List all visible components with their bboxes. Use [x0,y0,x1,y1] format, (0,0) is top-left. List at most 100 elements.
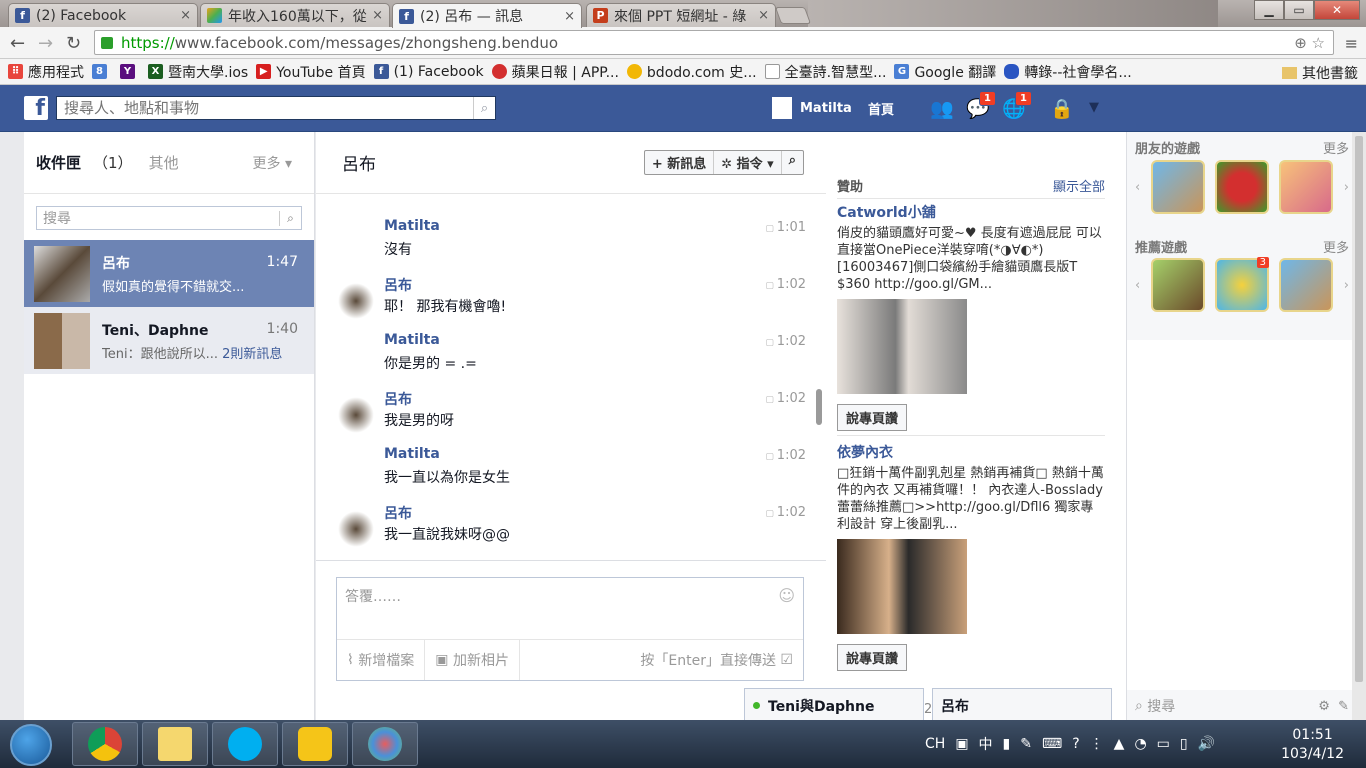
more-link[interactable]: 更多 [1323,237,1349,256]
chevron-left-icon[interactable]: ‹ [1135,278,1140,293]
ime-mode[interactable]: 中 [979,734,993,754]
keyboard-icon[interactable]: ⌨ [1042,736,1062,752]
page-scrollbar[interactable] [1352,132,1366,722]
chevron-right-icon[interactable]: › [1344,278,1349,293]
taskbar-explorer[interactable] [142,722,208,766]
search-icon[interactable]: ⌕ [279,210,301,226]
message-sender[interactable]: Matilta [384,332,440,348]
reload-icon[interactable]: ↻ [66,33,81,54]
message-scrollbar[interactable] [816,389,822,425]
bookmark-facebook[interactable]: f (1) Facebook [373,64,484,80]
bookmark-apps[interactable]: ⠿ 應用程式 [8,62,84,82]
messages-icon[interactable]: 💬 1 [966,91,996,120]
friend-requests-icon[interactable]: 👥 [930,97,954,120]
bookmark-apple-daily[interactable]: 蘋果日報 | APP... [491,62,619,82]
bookmark-yahoo[interactable]: Y [120,64,140,79]
avatar[interactable] [338,283,374,319]
back-arrow-icon[interactable]: ← [10,33,25,54]
game-deer-hunter[interactable] [1150,258,1205,312]
emoticon-icon[interactable]: ☺ [778,586,795,605]
close-tab-icon[interactable]: × [372,8,383,23]
game-city-girl[interactable] [1279,160,1334,214]
bookmark-google-translate[interactable]: G Google 翻譯 [894,62,996,82]
help-icon[interactable]: ? [1072,736,1079,752]
ad-image[interactable] [837,539,967,634]
browser-tab-income[interactable]: 年收入160萬以下，從 × [200,3,390,27]
thread-lubu[interactable]: 呂布 假如真的覺得不錯就交... 1:47 [24,240,314,307]
maximize-button[interactable]: ▭ [1284,0,1314,20]
new-tab-button[interactable] [774,7,812,24]
chat-tab-teni-daphne[interactable]: Teni與Daphne [744,688,924,722]
game-fruit[interactable] [1214,160,1269,214]
star-icon[interactable]: ⊕ ☆ [1294,34,1325,52]
ad-image[interactable] [837,299,967,394]
reply-textarea[interactable]: 答覆…… ☺ [337,578,803,640]
taskbar-app-yellow[interactable] [282,722,348,766]
avatar[interactable] [338,511,374,547]
settings-gear-icon[interactable]: ⚙ ✎ [1318,699,1349,714]
profile-link[interactable]: Matilta [772,97,852,119]
see-all-link[interactable]: 顯示全部 [1053,176,1105,195]
bookmark-bdodo[interactable]: bdodo.com 史... [626,62,757,82]
taskbar-skype[interactable] [212,722,278,766]
forward-arrow-icon[interactable]: → [38,33,53,54]
facebook-logo-icon[interactable]: f [24,96,48,121]
other-tab[interactable]: 其他 [149,152,179,173]
game-jetpack[interactable] [1150,160,1205,214]
checkbox-icon[interactable]: ☑ [776,652,793,668]
home-link[interactable]: 首頁 [868,99,894,118]
network-icon[interactable]: ◔ [1134,736,1146,752]
inbox-tab[interactable]: 收件匣 [36,152,81,173]
ime-icon[interactable]: ▣ [955,736,968,752]
enter-to-send-toggle[interactable]: 按「Enter」直接傳送 ☑ [630,640,803,680]
message-sender[interactable]: 呂布 [384,503,412,523]
ad-title[interactable]: Catworld小舖 [837,202,1105,222]
message-sender[interactable]: Matilta [384,218,440,234]
volume-icon[interactable]: 🔊 [1198,736,1215,752]
chevron-left-icon[interactable]: ‹ [1135,180,1140,195]
browser-tab-ppt[interactable]: P 來個 PPT 短網址 - 綠 × [586,3,776,27]
message-sender[interactable]: Matilta [384,446,440,462]
ime-tool-icon[interactable]: ✎ [1020,736,1032,752]
close-tab-icon[interactable]: × [180,8,191,23]
more-link[interactable]: 更多 [1323,138,1349,157]
other-bookmarks[interactable]: 其他書籤 [1282,63,1358,83]
notifications-icon[interactable]: 🌐 1 [1002,91,1032,120]
chat-search[interactable]: ⌕ 搜尋 ⚙ ✎ [1135,696,1349,716]
new-message-button[interactable]: + 新訊息 [645,151,715,174]
avatar[interactable] [338,397,374,433]
scrollbar-thumb[interactable] [1355,136,1363,682]
privacy-shortcuts-icon[interactable]: 🔒 [1050,97,1074,120]
tray-menu-icon[interactable]: ⋮ [1090,736,1104,752]
add-photo-button[interactable]: ▣ 加新相片 [425,640,520,680]
attach-file-button[interactable]: ⌇ 新增檔案 [337,640,426,680]
message-sender[interactable]: 呂布 [384,275,412,295]
show-hidden-icons-arrow-icon[interactable]: ▲ [1114,736,1125,752]
close-tab-icon[interactable]: × [564,9,575,24]
account-menu-chevron-icon[interactable]: ▼ [1082,100,1106,122]
game-jetpack[interactable] [1279,258,1334,312]
facebook-search-input[interactable] [64,99,473,117]
bookmark-poetry[interactable]: 全臺詩.智慧型... [764,62,886,82]
ad-title[interactable]: 依夢內衣 [837,442,1105,462]
more-dropdown[interactable]: 更多 ▾ [253,153,292,173]
language-indicator[interactable]: CH [925,736,945,752]
minimize-button[interactable]: ▁ [1254,0,1284,20]
thread-teni-daphne[interactable]: Teni、Daphne Teni：跟他說所以... 2則新訊息 1:40 [24,307,314,374]
browser-tab-messages[interactable]: f (2) 呂布 — 訊息 × [392,3,582,28]
taskbar-clock[interactable]: 01:51 103/4/12 [1281,726,1344,764]
game-pet-rescue[interactable]: 3 [1214,257,1269,312]
inbox-search-field[interactable]: 搜尋 ⌕ [36,206,302,230]
bookmark-sociology[interactable]: 轉錄--社會學名... [1004,62,1132,82]
search-conversation-button[interactable]: ⌕ [782,151,803,174]
half-width-icon[interactable]: ▮ [1003,736,1011,752]
battery-icon[interactable]: ▯ [1180,736,1188,752]
message-sender[interactable]: 呂布 [384,389,412,409]
start-button[interactable] [10,724,52,766]
address-bar[interactable]: https://www.facebook.com/messages/zhongs… [94,30,1334,55]
like-page-button[interactable]: 說專頁讚 [837,404,908,431]
search-icon[interactable]: ⌕ [473,97,495,119]
browser-tab-facebook[interactable]: f (2) Facebook × [8,3,198,27]
chat-tab-lubu[interactable]: 呂布 [932,688,1112,722]
taskbar-chrome[interactable] [72,722,138,766]
